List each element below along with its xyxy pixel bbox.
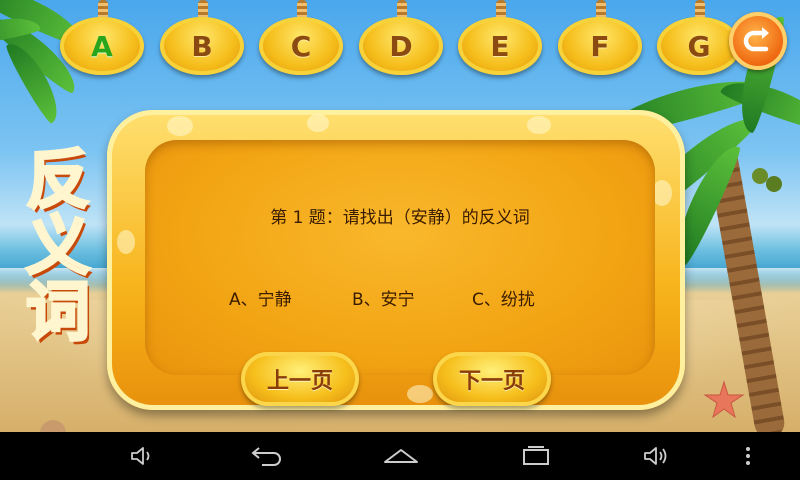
volume-up-icon[interactable]	[641, 444, 671, 468]
letter-button-e[interactable]: E	[458, 17, 542, 75]
option-b[interactable]: B、安宁	[352, 285, 415, 310]
page-title: 反 义 词	[12, 144, 104, 350]
letter-label: B	[191, 29, 213, 63]
letter-button-g[interactable]: G	[657, 17, 741, 75]
letter-label: G	[687, 29, 711, 63]
title-char: 义	[25, 210, 92, 284]
prev-page-button[interactable]: 上一页	[241, 352, 359, 406]
volume-down-icon[interactable]	[128, 444, 158, 468]
letter-label: E	[490, 29, 510, 63]
menu-dots-icon[interactable]	[740, 444, 756, 468]
letter-label: F	[590, 29, 610, 63]
starfish-icon	[703, 380, 745, 419]
title-char: 反	[25, 144, 92, 218]
letter-button-c[interactable]: C	[259, 17, 343, 75]
next-page-label: 下一页	[458, 369, 525, 394]
letter-button-b[interactable]: B	[160, 17, 244, 75]
letter-label: C	[290, 29, 312, 63]
option-a[interactable]: A、宁静	[229, 285, 292, 310]
letter-button-d[interactable]: D	[359, 17, 443, 75]
home-icon[interactable]	[382, 444, 420, 468]
letter-label: D	[389, 29, 413, 63]
option-c[interactable]: C、纷扰	[472, 285, 535, 310]
title-char: 词	[25, 276, 92, 350]
system-nav-bar	[0, 432, 800, 480]
return-button[interactable]	[729, 12, 787, 70]
recent-apps-icon[interactable]	[518, 444, 554, 468]
back-icon[interactable]	[248, 444, 284, 468]
next-page-button[interactable]: 下一页	[433, 352, 551, 406]
question-panel	[145, 140, 655, 375]
prev-page-label: 上一页	[266, 369, 333, 394]
letter-label: A	[91, 29, 113, 63]
letter-button-f[interactable]: F	[558, 17, 642, 75]
answer-options: A、宁静 B、安宁 C、纷扰	[145, 285, 655, 310]
letter-button-a[interactable]: A	[60, 17, 144, 75]
return-arrow-icon	[743, 27, 769, 52]
question-text: 第 1 题：请找出（安静）的反义词	[270, 208, 530, 228]
